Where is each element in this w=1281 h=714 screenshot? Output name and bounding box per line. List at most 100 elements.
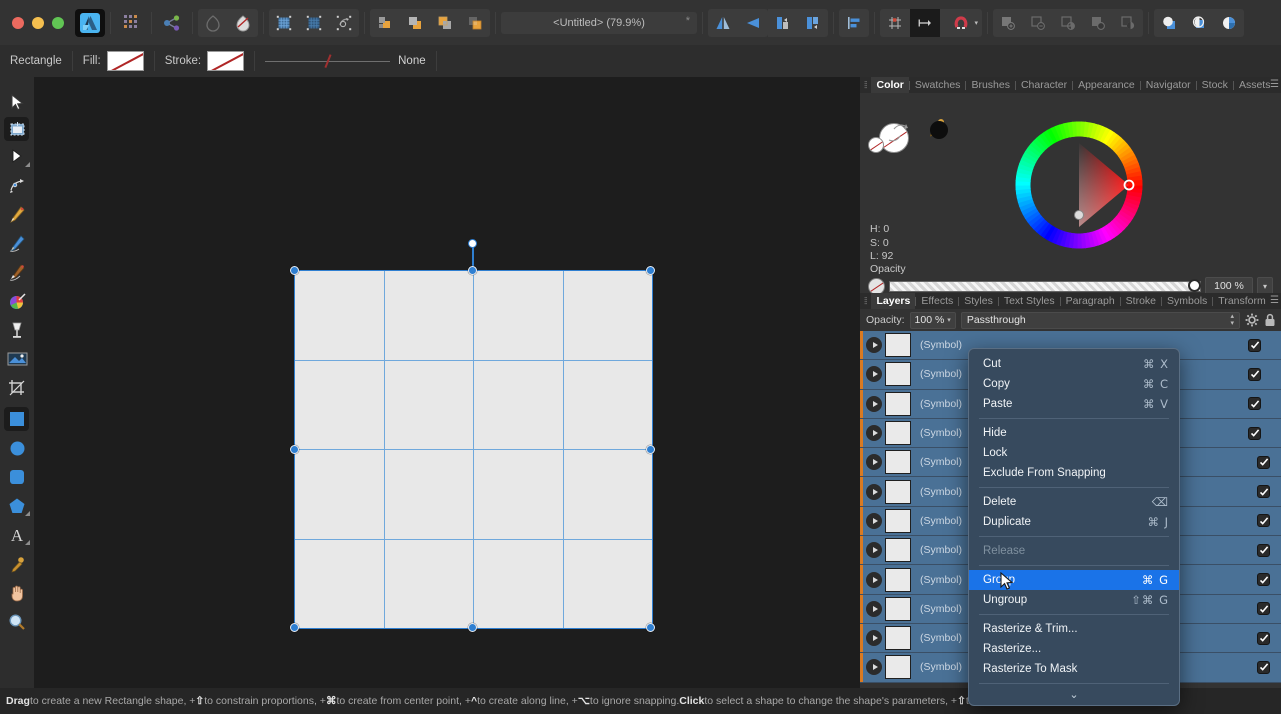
tab-effects[interactable]: Effects — [916, 293, 958, 309]
menu-item[interactable]: Rasterize To Mask — [969, 659, 1179, 679]
menu-item[interactable]: Lock — [969, 443, 1179, 463]
current-color-swatch[interactable] — [930, 121, 948, 139]
layer-opacity-field[interactable]: 100 % ▾ — [909, 311, 956, 329]
sidebar-item-text-tool[interactable]: A — [0, 522, 34, 548]
menu-item[interactable]: Exclude From Snapping — [969, 463, 1179, 483]
symbol-grid-shape[interactable] — [295, 271, 652, 628]
stroke-swatch[interactable] — [207, 51, 245, 71]
selection-handle-top-center[interactable] — [468, 266, 477, 275]
disclosure-triangle-icon[interactable] — [866, 395, 882, 412]
boolean-subtract-icon[interactable] — [1023, 8, 1053, 37]
tab-stock[interactable]: Stock — [1197, 77, 1233, 93]
transform-objects-icon[interactable] — [329, 8, 359, 37]
flip-horizontal-icon[interactable] — [708, 8, 738, 37]
grid-cell[interactable] — [295, 271, 384, 360]
adjustment-icon[interactable] — [1184, 8, 1214, 37]
panel-grip-icon[interactable]: ⦙⦙ — [864, 80, 868, 91]
selection-handle-middle-right[interactable] — [646, 445, 655, 454]
sidebar-item-pencil-tool[interactable] — [0, 230, 34, 256]
disclosure-triangle-icon[interactable] — [866, 542, 882, 559]
selection-handle-middle-left[interactable] — [290, 445, 299, 454]
tool-expand-corner-icon[interactable] — [25, 162, 30, 167]
tab-brushes[interactable]: Brushes — [966, 77, 1015, 93]
grid-cell[interactable] — [474, 360, 563, 449]
mask-layer-icon[interactable] — [1154, 8, 1184, 37]
disclosure-triangle-icon[interactable] — [866, 337, 882, 354]
sidebar-item-polygon-tool[interactable] — [0, 493, 34, 519]
sidebar-item-vector-brush-tool[interactable] — [0, 259, 34, 285]
grid-cell[interactable] — [384, 360, 473, 449]
tab-stroke[interactable]: Stroke — [1121, 293, 1161, 309]
grid-cell[interactable] — [563, 539, 652, 628]
affinity-designer-icon[interactable] — [75, 8, 105, 37]
layer-visibility-checkbox[interactable] — [1248, 338, 1261, 352]
layer-visibility-checkbox[interactable] — [1257, 514, 1270, 528]
tab-layers[interactable]: Layers — [871, 293, 916, 309]
grid-cell[interactable] — [295, 450, 384, 539]
share-icon[interactable] — [157, 9, 187, 37]
selection-handle-top-left[interactable] — [290, 266, 299, 275]
show-grid-icon[interactable] — [269, 8, 299, 37]
sidebar-item-pan-tool[interactable] — [0, 580, 34, 606]
opacity-slider[interactable] — [889, 279, 1201, 292]
menu-scroll-down-icon[interactable]: ⌄ — [969, 683, 1179, 705]
tab-transform[interactable]: Transform — [1213, 293, 1270, 309]
minimize-window-button[interactable] — [32, 16, 44, 29]
rotate-right-icon[interactable] — [798, 8, 828, 37]
panel-menu-icon[interactable]: ☰ — [1270, 79, 1279, 90]
tab-character[interactable]: Character — [1016, 77, 1072, 93]
selection-handle-bottom-center[interactable] — [468, 623, 477, 632]
menu-item[interactable]: Paste ⌘ V — [969, 394, 1179, 414]
tab-text-styles[interactable]: Text Styles — [999, 293, 1060, 309]
boolean-intersect-icon[interactable] — [1053, 8, 1083, 37]
layer-visibility-checkbox[interactable] — [1248, 426, 1261, 440]
lock-icon[interactable] — [1264, 313, 1276, 327]
tool-expand-corner-icon[interactable] — [25, 540, 30, 545]
menu-item[interactable]: Copy ⌘ C — [969, 374, 1179, 394]
boolean-divide-icon[interactable] — [1113, 8, 1143, 37]
layer-visibility-checkbox[interactable] — [1257, 631, 1270, 645]
sidebar-item-move-tool[interactable] — [0, 89, 34, 115]
sidebar-item-rounded-rectangle-tool[interactable] — [0, 464, 34, 490]
disclosure-triangle-icon[interactable] — [866, 659, 882, 676]
no-color-icon[interactable] — [868, 277, 885, 295]
assistant-icon[interactable] — [116, 9, 146, 37]
snapping-magnet-icon[interactable]: ▾ — [940, 8, 982, 37]
layer-visibility-checkbox[interactable] — [1257, 485, 1270, 499]
layer-visibility-checkbox[interactable] — [1257, 455, 1270, 469]
sidebar-item-ellipse-tool[interactable] — [0, 435, 34, 461]
gear-icon[interactable] — [1245, 313, 1259, 327]
grid-cell[interactable] — [474, 539, 563, 628]
fill-stroke-selector[interactable] — [868, 115, 914, 157]
selection-handle-bottom-left[interactable] — [290, 623, 299, 632]
move-back-icon[interactable] — [430, 8, 460, 37]
disclosure-triangle-icon[interactable] — [866, 454, 882, 471]
panel-menu-icon[interactable]: ☰ — [1270, 295, 1279, 306]
sidebar-item-rectangle-tool[interactable] — [0, 406, 34, 432]
sidebar-item-node-tool[interactable] — [0, 144, 34, 170]
rotate-left-icon[interactable] — [768, 8, 798, 37]
boolean-xor-icon[interactable] — [1083, 8, 1113, 37]
tab-appearance[interactable]: Appearance — [1073, 77, 1140, 93]
grid-cell[interactable] — [384, 271, 473, 360]
grid-settings-icon[interactable] — [880, 8, 910, 37]
menu-item[interactable]: Cut ⌘ X — [969, 354, 1179, 374]
selection-handle-bottom-right[interactable] — [646, 623, 655, 632]
snapping-candidates-icon[interactable] — [910, 8, 940, 37]
sidebar-item-corner-tool[interactable] — [0, 172, 34, 198]
disclosure-triangle-icon[interactable] — [866, 630, 882, 647]
disclosure-triangle-icon[interactable] — [866, 600, 882, 617]
chevron-down-icon[interactable]: ▾ — [947, 316, 951, 324]
sidebar-item-color-picker-tool[interactable] — [0, 551, 34, 577]
selection-handle-top-right[interactable] — [646, 266, 655, 275]
rotation-handle[interactable] — [468, 239, 477, 248]
grid-cell[interactable] — [295, 360, 384, 449]
layer-context-menu[interactable]: Cut ⌘ X Copy ⌘ C Paste ⌘ V Hide Lock Exclude Fro… — [968, 348, 1180, 706]
tab-color[interactable]: Color — [871, 77, 909, 93]
disclosure-triangle-icon[interactable] — [866, 512, 882, 529]
grid-cell[interactable] — [474, 450, 563, 539]
chevron-down-icon[interactable]: ▾ — [974, 19, 978, 27]
grid-cell[interactable] — [563, 450, 652, 539]
tab-swatches[interactable]: Swatches — [910, 77, 966, 93]
move-to-front-icon[interactable] — [400, 8, 430, 37]
